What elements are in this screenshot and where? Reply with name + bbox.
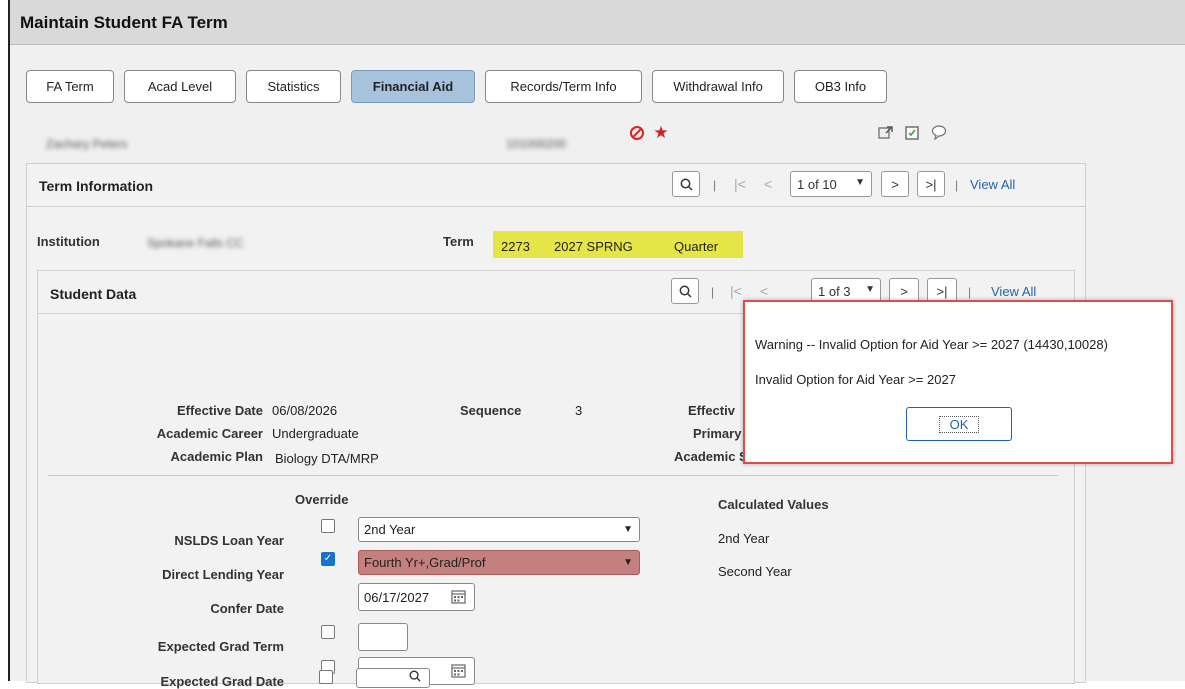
override-label: Override [295, 492, 349, 507]
tab-financial-aid[interactable]: Financial Aid [351, 70, 475, 103]
term-view-all-link[interactable]: View All [970, 177, 1015, 192]
effective-label: Effectiv [688, 403, 735, 418]
last-page-icon: >| [936, 283, 948, 299]
sequence-value: 3 [575, 403, 583, 418]
nslds-override-checkbox[interactable] [321, 519, 335, 533]
tab-ob3-info[interactable]: OB3 Info [794, 70, 887, 103]
academic-plan-value: Biology DTA/MRP [275, 451, 379, 466]
nslds-calculated-value: 2nd Year [718, 531, 770, 546]
student-id: 101000200 [506, 137, 567, 151]
academic-career-value: Undergraduate [272, 426, 359, 441]
first-page-icon: |< [730, 283, 742, 299]
academic-s-label: Academic S [674, 449, 748, 464]
chevron-down-icon: ▼ [623, 557, 633, 568]
confer-date-value: 06/17/2027 [364, 589, 430, 605]
warning-dialog: Warning -- Invalid Option for Aid Year >… [743, 300, 1173, 464]
additional-override-checkbox[interactable] [319, 670, 333, 684]
direct-lending-year-value: Fourth Yr+,Grad/Prof [364, 555, 486, 570]
student-name: Zachary Peters [46, 137, 128, 151]
related-content-icon[interactable] [877, 124, 895, 142]
student-data-title: Student Data [50, 286, 137, 302]
ok-button-label: OK [938, 415, 980, 433]
tab-statistics[interactable]: Statistics [246, 70, 341, 103]
tab-fa-term[interactable]: FA Term [26, 70, 114, 103]
academic-plan-label: Academic Plan [170, 449, 264, 464]
confer-date-label: Confer Date [210, 601, 284, 616]
direct-lending-override-checkbox[interactable]: ✓ [321, 552, 335, 566]
expected-grad-term-override-checkbox[interactable] [321, 625, 335, 639]
previous-page-icon: < [760, 283, 769, 299]
next-page-icon: > [891, 176, 899, 192]
expected-grad-term-input[interactable] [358, 623, 408, 651]
nslds-loan-year-label: NSLDS Loan Year [174, 533, 284, 548]
warning-message: Warning -- Invalid Option for Aid Year >… [755, 337, 1108, 352]
direct-lending-calculated-value: Second Year [718, 564, 792, 579]
previous-page-icon: < [764, 176, 773, 192]
institution-value: Spokane Falls CC [147, 236, 244, 250]
page-title: Maintain Student FA Term [20, 13, 228, 32]
last-page-button[interactable]: >| [917, 171, 945, 197]
separator: | [955, 178, 959, 192]
student-view-all-link[interactable]: View All [991, 284, 1036, 299]
term-information-header: Term Information | |< < 1 of 10 ▼ > >| |… [27, 164, 1085, 207]
confer-date-input[interactable]: 06/17/2027 [358, 583, 475, 611]
nslds-loan-year-select[interactable]: 2nd Year ▼ [358, 517, 640, 542]
direct-lending-year-select[interactable]: Fourth Yr+,Grad/Prof ▼ [358, 550, 640, 575]
academic-career-label: Academic Career [156, 426, 263, 441]
effective-date-value: 06/08/2026 [272, 403, 338, 418]
ok-button[interactable]: OK [906, 407, 1012, 441]
primary-label: Primary [693, 426, 742, 441]
student-page-count: 1 of 3 [818, 283, 851, 299]
direct-lending-year-label: Direct Lending Year [162, 567, 284, 582]
term-label: Term [443, 234, 474, 249]
term-type: Quarter [674, 239, 719, 254]
tab-acad-level[interactable]: Acad Level [124, 70, 236, 103]
student-search-button[interactable] [671, 278, 699, 304]
sequence-label: Sequence [460, 403, 522, 418]
chevron-down-icon: ▼ [623, 524, 633, 535]
prohibited-icon[interactable] [628, 124, 646, 142]
search-icon[interactable] [409, 670, 421, 685]
calendar-icon[interactable] [451, 589, 466, 607]
calculated-values-label: Calculated Values [718, 497, 829, 512]
search-button[interactable] [672, 171, 700, 197]
next-page-icon: > [900, 283, 908, 299]
search-icon [679, 285, 692, 298]
effective-date-label: Effective Date [177, 403, 263, 418]
next-page-button[interactable]: > [881, 171, 909, 197]
chevron-down-icon: ▼ [855, 177, 865, 188]
institution-label: Institution [37, 234, 100, 249]
notes-icon[interactable] [903, 124, 921, 142]
comments-icon[interactable] [930, 123, 948, 141]
expected-grad-term-label: Expected Grad Term [157, 639, 284, 654]
page-header: Maintain Student FA Term [10, 0, 1185, 45]
chevron-down-icon: ▼ [865, 284, 875, 295]
nslds-loan-year-value: 2nd Year [364, 522, 416, 537]
warning-detail: Invalid Option for Aid Year >= 2027 [755, 372, 956, 387]
term-information-title: Term Information [39, 178, 154, 194]
separator: | [713, 178, 717, 192]
tab-withdrawal-info[interactable]: Withdrawal Info [652, 70, 784, 103]
search-icon [680, 178, 693, 191]
additional-lookup-input[interactable] [356, 668, 430, 688]
term-page-select[interactable]: 1 of 10 ▼ [790, 171, 872, 197]
calendar-icon[interactable] [451, 663, 466, 681]
star-icon[interactable]: ★ [652, 123, 670, 142]
term-page-count: 1 of 10 [797, 176, 837, 192]
divider [48, 475, 1058, 476]
last-page-icon: >| [925, 176, 937, 192]
separator: | [711, 285, 715, 299]
separator: | [968, 285, 972, 299]
term-description: 2027 SPRNG [554, 239, 633, 254]
tab-records-term-info[interactable]: Records/Term Info [485, 70, 642, 103]
first-page-icon: |< [734, 176, 746, 192]
expected-grad-date-label: Expected Grad Date [160, 674, 284, 689]
term-code: 2273 [501, 239, 530, 254]
